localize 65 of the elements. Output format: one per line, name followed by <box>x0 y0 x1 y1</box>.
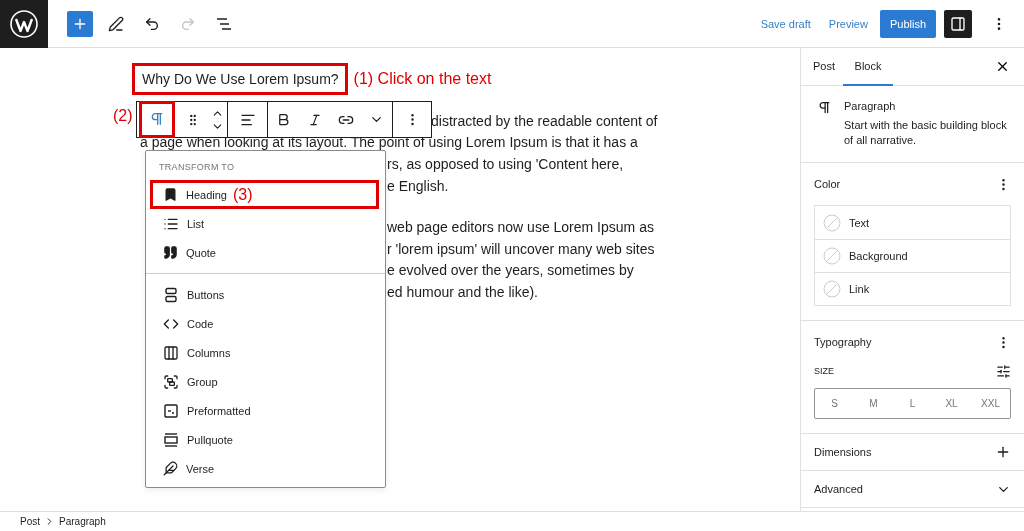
annotation-text: (2) <box>113 107 133 125</box>
menu-heading: TRANSFORM TO <box>158 161 236 174</box>
font-size-option[interactable]: XXL <box>971 389 1010 418</box>
annotation-text: (3) <box>233 185 253 204</box>
plus-icon <box>995 444 1011 460</box>
sidebar-tab[interactable]: Block <box>843 48 893 86</box>
sidebar-tab[interactable]: Post <box>805 48 843 86</box>
add-block-button[interactable] <box>67 10 93 37</box>
color-option[interactable]: Text <box>815 206 1010 239</box>
menu-item[interactable]: Code <box>150 309 379 338</box>
panel-header[interactable]: Dimensions <box>814 443 1011 461</box>
no-color-swatch-icon <box>823 247 841 265</box>
font-size-option[interactable]: L <box>893 389 932 418</box>
pilcrow-icon <box>817 100 832 115</box>
feather-icon <box>163 461 178 476</box>
paragraph-text: ed humour and the like). <box>387 283 538 300</box>
preview-button[interactable]: Preview <box>822 11 874 36</box>
paragraph-text: r 'lorem ipsum' will uncover many web sites <box>387 240 655 257</box>
menu-item[interactable]: Verse <box>150 454 379 483</box>
pilcrow-icon[interactable] <box>139 100 176 138</box>
preformatted-icon <box>163 402 179 419</box>
settings-toggle-button[interactable] <box>944 9 972 38</box>
color-option[interactable]: Background <box>815 239 1010 272</box>
publish-button[interactable]: Publish <box>879 9 936 38</box>
quote-icon <box>163 245 178 260</box>
heading-text[interactable]: Why Do We Use Lorem Ipsum? <box>132 63 348 95</box>
columns-icon <box>163 344 179 361</box>
block-title: Paragraph <box>844 100 897 112</box>
panel-header[interactable]: Advanced <box>814 480 1011 498</box>
panel-title: Dimensions <box>814 446 872 458</box>
no-color-swatch-icon <box>823 213 841 232</box>
logo-icon[interactable] <box>0 0 48 48</box>
breadcrumb-link[interactable]: Paragraph <box>59 516 106 527</box>
menu-item[interactable]: Columns <box>150 338 379 367</box>
font-size-option[interactable]: XL <box>932 389 971 418</box>
panel-title: Typography <box>814 336 872 348</box>
save-draft-button[interactable]: Save draft <box>754 11 817 36</box>
pullquote-icon <box>163 431 179 448</box>
color-option[interactable]: Link <box>815 272 1010 305</box>
paragraph-text: e evolved over the years, sometimes by <box>387 262 634 279</box>
menu-item[interactable]: Buttons <box>150 280 379 309</box>
annotation-text: (1) Click on the text <box>353 70 492 88</box>
menu-item[interactable]: Heading (3) <box>150 180 379 209</box>
menu-item[interactable]: List <box>150 209 379 238</box>
block-description: Start with the basic building block of all narrative. <box>844 118 1008 148</box>
sidebar-panel-icon <box>950 15 966 32</box>
menu-item[interactable]: Quote <box>150 238 379 267</box>
buttons-icon <box>163 286 179 303</box>
group-icon <box>163 373 179 390</box>
panel-title: Advanced <box>814 483 863 495</box>
size-label: SIZE <box>814 366 834 376</box>
breadcrumb-link[interactable]: Post <box>20 516 40 527</box>
paragraph-text: web page editors now use Lorem Ipsum as <box>387 219 654 236</box>
paragraph-text: e English. <box>387 177 449 194</box>
menu-item[interactable]: Group <box>150 367 379 396</box>
menu-item[interactable]: Pullquote <box>150 425 379 454</box>
font-size-option[interactable]: M <box>854 389 893 418</box>
no-color-swatch-icon <box>823 280 841 298</box>
sliders-icon <box>996 363 1011 379</box>
bookmark-icon <box>163 187 178 202</box>
panel-title: Color <box>814 178 841 190</box>
menu-item[interactable]: Preformatted <box>150 396 379 425</box>
font-size-option[interactable]: S <box>815 389 854 418</box>
paragraph-text: rs, as opposed to using 'Content here, <box>387 156 624 172</box>
paragraph-text: distracted by the readable content of <box>431 112 658 129</box>
